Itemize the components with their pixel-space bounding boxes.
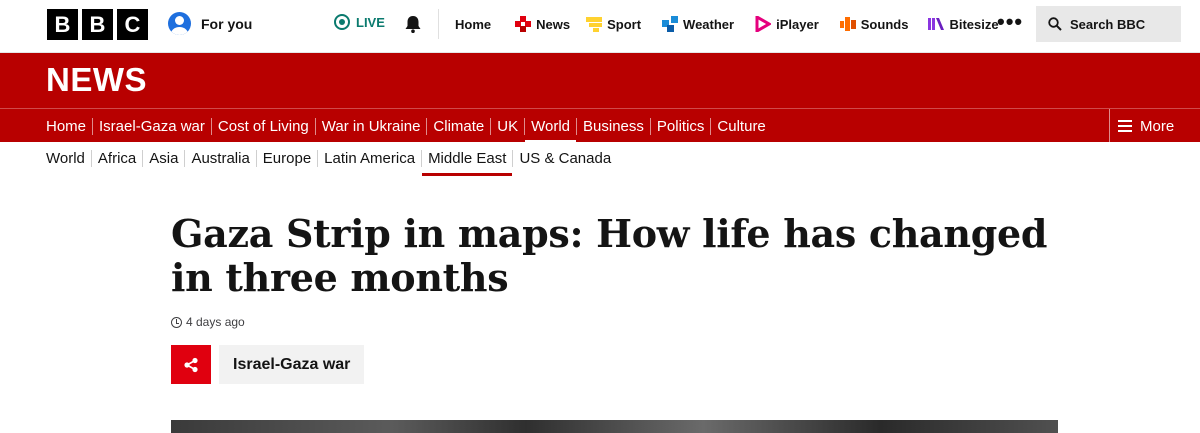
weather-icon: [662, 16, 679, 32]
hero-image: [171, 420, 1058, 433]
section-more-button[interactable]: More: [1109, 109, 1200, 143]
article-timestamp: 4 days ago: [171, 315, 245, 329]
section-nav-item-israel-gaza-war[interactable]: Israel-Gaza war: [92, 117, 211, 135]
sub-nav-item-africa[interactable]: Africa: [90, 150, 142, 167]
sub-nav-item-middle-east[interactable]: Middle East: [421, 150, 513, 176]
bell-icon[interactable]: [403, 14, 423, 34]
news-title[interactable]: NEWS: [46, 61, 147, 99]
top-nav-bitesize[interactable]: Bitesize: [928, 16, 999, 32]
top-nav-iplayer[interactable]: iPlayer: [755, 16, 819, 32]
sub-nav-item-australia[interactable]: Australia: [184, 150, 255, 167]
share-button[interactable]: [171, 345, 211, 384]
logo-letter-b2: B: [82, 9, 113, 40]
section-nav-item-politics[interactable]: Politics: [649, 117, 711, 135]
top-nav-news[interactable]: News: [515, 16, 570, 32]
for-you-label: For you: [201, 15, 253, 32]
sport-icon: [586, 17, 603, 32]
news-icon: [515, 16, 532, 32]
account-icon: [168, 12, 191, 35]
section-nav-item-business[interactable]: Business: [576, 117, 650, 135]
sub-nav-item-world[interactable]: World: [46, 150, 91, 167]
search-bbc-button[interactable]: Search BBC: [1036, 6, 1181, 42]
sub-nav-item-europe[interactable]: Europe: [255, 150, 317, 167]
top-nav-weather[interactable]: Weather: [662, 16, 734, 32]
topic-tag[interactable]: Israel-Gaza war: [219, 345, 365, 384]
hamburger-icon: [1118, 120, 1132, 132]
bbc-logo[interactable]: B B C: [47, 9, 148, 40]
top-nav-sounds-label: Sounds: [860, 16, 909, 32]
top-nav-sounds[interactable]: Sounds: [839, 16, 909, 32]
section-more-label: More: [1140, 117, 1175, 135]
masthead-divider: [438, 9, 439, 39]
logo-letter-c: C: [117, 9, 148, 40]
live-label: LIVE: [356, 14, 385, 30]
sub-nav-item-us-canada[interactable]: US & Canada: [512, 150, 617, 167]
article-headline: Gaza Strip in maps: How life has changed…: [171, 211, 1048, 300]
top-nav-weather-label: Weather: [683, 16, 735, 32]
top-nav-bitesize-label: Bitesize: [949, 16, 999, 32]
logo-letter-b1: B: [47, 9, 78, 40]
section-nav-item-culture[interactable]: Culture: [710, 117, 771, 135]
live-link[interactable]: LIVE: [334, 14, 385, 30]
sub-nav: World Africa Asia Australia Europe Latin…: [46, 150, 617, 176]
top-nav: Home News Sport Weather iPlayer Sounds B…: [455, 0, 999, 48]
top-nav-home-label: Home: [455, 16, 492, 32]
search-icon: [1048, 17, 1062, 31]
section-nav-item-uk[interactable]: UK: [490, 117, 524, 135]
top-nav-iplayer-label: iPlayer: [776, 16, 819, 32]
section-nav-item-world[interactable]: World: [524, 117, 576, 143]
more-menu-icon[interactable]: •••: [997, 11, 1023, 33]
sub-nav-item-latin-america[interactable]: Latin America: [317, 150, 421, 167]
section-nav-item-home[interactable]: Home: [46, 118, 92, 135]
timestamp-label: 4 days ago: [186, 315, 245, 329]
clock-icon: [171, 316, 182, 328]
sub-nav-item-asia[interactable]: Asia: [142, 150, 184, 167]
masthead: B B C For you LIVE Home News Sport Weath…: [0, 0, 1200, 53]
section-nav-item-climate[interactable]: Climate: [426, 117, 490, 135]
section-nav-item-war-in-ukraine[interactable]: War in Ukraine: [314, 117, 427, 135]
share-icon: [184, 357, 198, 372]
for-you-button[interactable]: For you: [168, 12, 252, 35]
sounds-icon: [839, 17, 856, 31]
section-nav: Home Israel-Gaza war Cost of Living War …: [46, 109, 772, 143]
section-nav-item-cost-of-living[interactable]: Cost of Living: [210, 117, 315, 135]
top-nav-sport[interactable]: Sport: [586, 16, 641, 32]
top-nav-sport-label: Sport: [607, 16, 642, 32]
bitesize-icon: [928, 18, 945, 30]
iplayer-icon: [755, 16, 772, 32]
top-nav-home[interactable]: Home: [455, 17, 491, 32]
news-banner: NEWS: [0, 53, 1200, 108]
section-nav-bar: Home Israel-Gaza war Cost of Living War …: [0, 108, 1200, 143]
live-icon: [334, 14, 350, 30]
top-nav-news-label: News: [536, 16, 571, 32]
search-label: Search BBC: [1070, 16, 1146, 32]
